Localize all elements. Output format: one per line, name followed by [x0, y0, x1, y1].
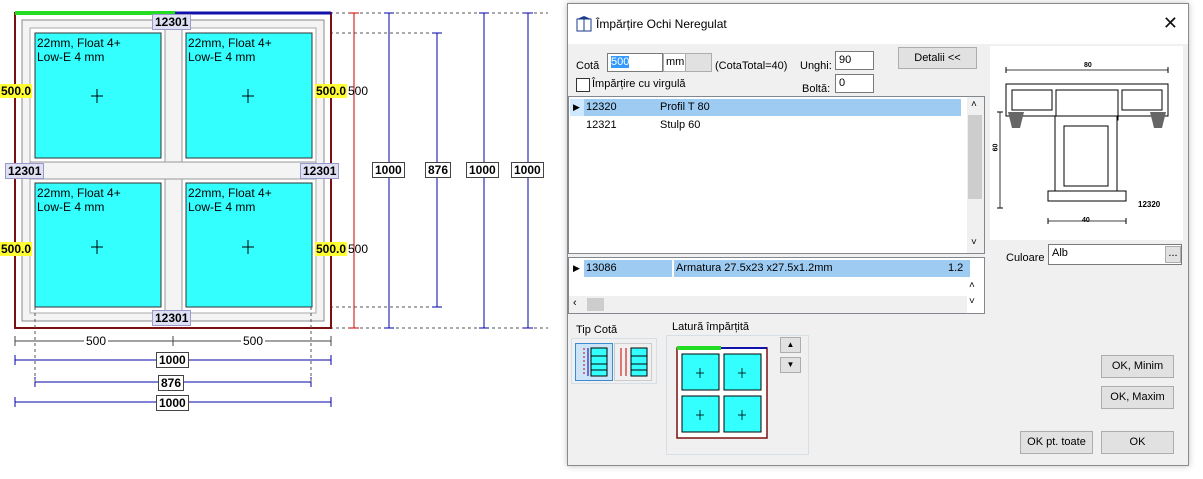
scroll-up-icon[interactable]: ˄: [971, 99, 977, 110]
profiles-grid: ▶ 12320 Profil T 80 12321 Stulp 60 ˄ ˅: [568, 96, 985, 254]
hscroll-thumb[interactable]: [587, 298, 604, 311]
profile-name-2: Stulp 60: [660, 119, 701, 131]
section-dim-bottom: 40: [1082, 217, 1090, 224]
division-tag-right-bottom: 500.0: [315, 242, 348, 256]
culoare-input[interactable]: Alb: [1048, 244, 1182, 265]
ok-button[interactable]: OK: [1101, 431, 1174, 454]
close-icon[interactable]: ✕: [1163, 13, 1178, 34]
glass-label-4b: Low-E 4 mm: [188, 200, 256, 214]
armatura-scroll-down-icon[interactable]: ˅: [969, 296, 975, 307]
dim-half-left: 500: [84, 334, 109, 348]
latura-down-button[interactable]: ▼: [780, 357, 801, 373]
glass-label-3b: Low-E 4 mm: [37, 200, 105, 214]
section-code: 12320: [1138, 200, 1161, 209]
glass-label-3a: 22mm, Float 4+: [37, 186, 121, 200]
ok-minim-button[interactable]: OK, Minim: [1101, 355, 1174, 378]
dim-horizontal-1: 1000: [156, 352, 189, 368]
latura-label: Latură împărțită: [672, 321, 750, 333]
ok-toate-button[interactable]: OK pt. toate: [1020, 431, 1093, 454]
armatura-grid: ▶ 13086 Armatura 27.5x23 x27.5x1.2mm 1.2…: [568, 257, 985, 314]
dim-half-right: 500: [241, 334, 266, 348]
ok-maxim-button[interactable]: OK, Maxim: [1101, 386, 1174, 409]
dialog-title: Împărțire Ochi Neregulat: [596, 17, 727, 31]
virgula-label: Împărțire cu virgulă: [592, 78, 686, 90]
latura-up-button[interactable]: ▲: [780, 337, 801, 353]
section-dim-top: 80: [1084, 62, 1092, 69]
tip-cota-option-2[interactable]: [614, 343, 652, 381]
profile-label-bottom: 12301: [152, 310, 192, 326]
armatura-pointer-icon: ▶: [573, 263, 580, 273]
profile-name-1: Profil T 80: [658, 99, 961, 116]
armatura-name: Armatura 27.5x23 x27.5x1.2mm: [674, 260, 946, 277]
app-icon: [576, 16, 592, 32]
dialog-titlebar: Împărțire Ochi Neregulat ✕: [568, 4, 1188, 44]
split-dialog: Împărțire Ochi Neregulat ✕ Cotă 500 mm (…: [567, 3, 1189, 466]
cota-total-label: (CotaTotal=40): [715, 60, 788, 72]
window-drawing: [14, 11, 548, 407]
scroll-left-icon[interactable]: ‹: [573, 297, 577, 309]
glass-label-1a: 22mm, Float 4+: [37, 36, 121, 50]
glass-label-1b: Low-E 4 mm: [37, 50, 105, 64]
profile-row-2[interactable]: 12321 Stulp 60: [570, 117, 960, 134]
profile-row-1[interactable]: ▶ 12320 Profil T 80: [570, 99, 961, 116]
unghi-label: Unghi:: [800, 60, 832, 72]
profile-label-mid-right: 12301: [300, 163, 340, 179]
profile-label-mid-left: 12301: [5, 163, 45, 179]
division-tag-left-top: 500.0: [0, 84, 33, 98]
armatura-scroll-up-icon[interactable]: ˄: [969, 280, 975, 291]
bolta-label: Boltă:: [802, 83, 831, 95]
dim-horizontal-3: 1000: [156, 395, 189, 411]
profile-section-panel: 80 60 40 12320: [990, 46, 1183, 240]
glass-label-2b: Low-E 4 mm: [188, 50, 256, 64]
glass-label-4a: 22mm, Float 4+: [188, 186, 272, 200]
profiles-scrollbar[interactable]: ˄ ˅: [967, 97, 984, 253]
armatura-value: 1.2: [946, 260, 970, 277]
latura-preview[interactable]: [676, 344, 770, 440]
dim-vertical-1: 1000: [372, 162, 405, 178]
dim-vertical-4: 1000: [511, 162, 544, 178]
unghi-input[interactable]: 90: [835, 51, 874, 70]
row-pointer-icon: ▶: [573, 102, 580, 112]
profile-code-2: 12321: [586, 119, 617, 131]
cota-type-outer-icon: [620, 347, 648, 377]
dim-vertical-2: 876: [425, 162, 452, 178]
tip-cota-label: Tip Cotă: [576, 324, 618, 336]
tip-cota-option-1[interactable]: [575, 343, 613, 381]
detalii-button[interactable]: Detalii <<: [898, 47, 977, 69]
cota-type-inner-icon: [583, 347, 608, 377]
profile-section-drawing: [997, 67, 1169, 224]
unit-button[interactable]: [685, 53, 712, 72]
dim-horizontal-2: 876: [158, 375, 185, 391]
cota-input[interactable]: 500: [607, 53, 663, 72]
division-tag-left-bottom: 500.0: [0, 242, 33, 256]
profile-code-1: 12320: [584, 99, 658, 116]
division-tag-right-top: 500.0: [315, 84, 348, 98]
culoare-picker-button[interactable]: ...: [1165, 246, 1181, 263]
armatura-row[interactable]: ▶ 13086 Armatura 27.5x23 x27.5x1.2mm 1.2: [570, 260, 970, 277]
scroll-down-icon[interactable]: ˅: [971, 237, 977, 248]
glass-label-2a: 22mm, Float 4+: [188, 36, 272, 50]
armatura-code: 13086: [584, 260, 672, 277]
division-tag-right-bottom-suffix: 500: [348, 242, 369, 256]
scroll-thumb[interactable]: [968, 115, 982, 199]
cota-label: Cotă: [576, 60, 600, 72]
culoare-label: Culoare: [1006, 252, 1045, 264]
bolta-input[interactable]: 0: [835, 74, 874, 93]
section-dim-side: 60: [992, 143, 1000, 152]
virgula-checkbox[interactable]: [576, 78, 590, 92]
cota-value: 500: [611, 56, 630, 68]
division-tag-right-top-suffix: 500: [348, 84, 369, 98]
dim-vertical-3: 1000: [466, 162, 499, 178]
armatura-hscroll[interactable]: ‹: [569, 296, 967, 313]
profile-label-top: 12301: [152, 14, 192, 30]
